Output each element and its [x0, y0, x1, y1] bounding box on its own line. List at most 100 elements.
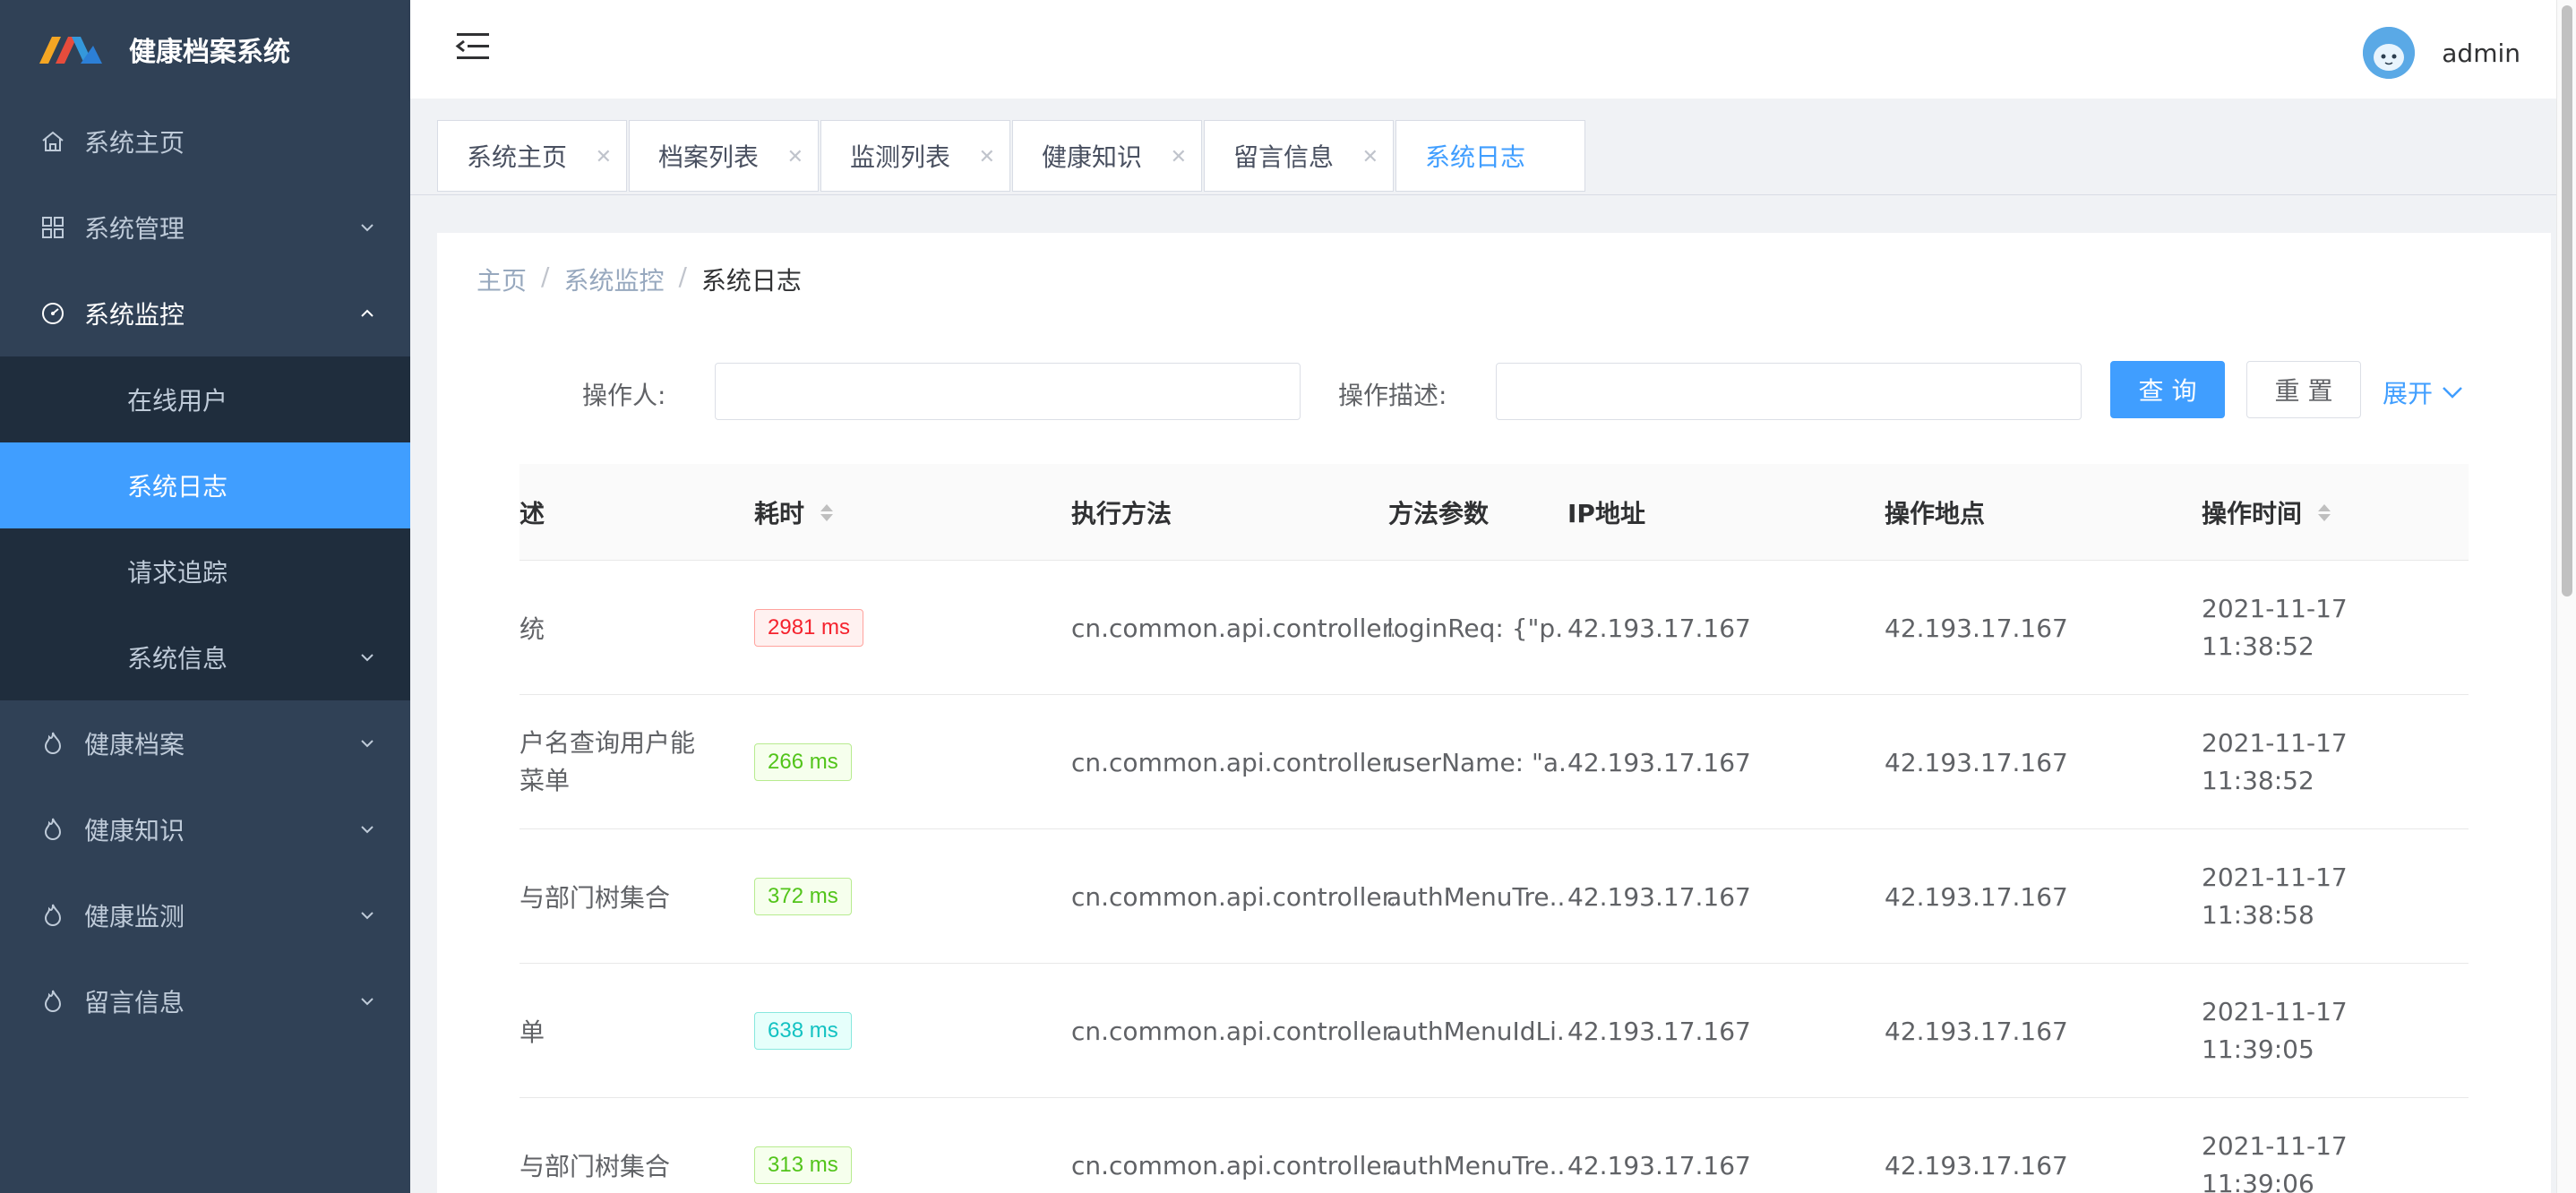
scrollbar-thumb[interactable] — [2562, 5, 2572, 596]
cell-params: authMenuIdLi... — [1387, 1016, 1566, 1046]
sidebar-item-system-monitor[interactable]: 系统监控 — [0, 270, 410, 356]
table-row[interactable]: 户名查询用户能菜单 266 ms cn.common.api.controlle… — [519, 695, 2469, 829]
breadcrumb-monitor[interactable]: 系统监控 — [563, 262, 664, 297]
table-row[interactable]: 统 2981 ms cn.common.api.controller.Au lo… — [519, 561, 2469, 695]
reset-button[interactable]: 重 置 — [2246, 361, 2361, 418]
chevron-down-icon — [361, 224, 374, 232]
sidebar-item-label: 健康档案 — [84, 730, 185, 760]
grid-icon — [39, 214, 66, 241]
cell-duration: 2981 ms — [754, 561, 864, 695]
operator-label: 操作人: — [582, 381, 666, 410]
close-icon[interactable]: ✕ — [1362, 146, 1378, 168]
close-icon[interactable]: ✕ — [787, 146, 803, 168]
cell-method: cn.common.api.controller.Au — [1071, 1016, 1394, 1046]
cell-clock: 11:38:58 — [2202, 900, 2314, 930]
sidebar-item-label: 健康知识 — [84, 816, 185, 845]
cell-clock: 11:38:52 — [2202, 631, 2314, 661]
breadcrumb-separator: / — [678, 262, 687, 291]
sidebar-item-health-monitor[interactable]: 健康监测 — [0, 872, 410, 958]
avatar[interactable] — [2363, 27, 2416, 79]
tab-health-knowledge[interactable]: 健康知识 ✕ — [1012, 120, 1202, 192]
column-header-duration[interactable]: 耗时 — [754, 464, 834, 561]
close-icon[interactable]: ✕ — [596, 146, 612, 168]
cell-ip: 42.193.17.167 — [1567, 881, 1751, 912]
table-row[interactable]: 与部门树集合 372 ms cn.common.api.controller.A… — [519, 829, 2469, 964]
sidebar-item-system-info[interactable]: 系统信息 — [0, 614, 410, 700]
tab-monitor-list[interactable]: 监测列表 ✕ — [820, 120, 1010, 192]
sidebar-item-online-users[interactable]: 在线用户 — [0, 356, 410, 442]
sidebar-item-system-log[interactable]: 系统日志 — [0, 442, 410, 528]
cell-date: 2021-11-17 — [2202, 594, 2348, 623]
cell-clock: 11:38:52 — [2202, 766, 2314, 795]
duration-badge: 2981 ms — [754, 609, 864, 647]
sidebar-item-label: 请求追踪 — [127, 558, 228, 588]
logo[interactable]: 健康档案系统 — [0, 0, 410, 99]
tags-view: 系统主页 ✕ 档案列表 ✕ 监测列表 ✕ 健康知识 ✕ 留言信息 ✕ 系统日志 — [410, 99, 2576, 195]
sidebar-item-label: 系统监控 — [84, 300, 185, 330]
tab-system-log[interactable]: 系统日志 — [1395, 120, 1585, 192]
cell-location: 42.193.17.167 — [1885, 1150, 2068, 1180]
cell-date: 2021-11-17 — [2202, 997, 2348, 1026]
sidebar-item-health-records[interactable]: 健康档案 — [0, 700, 410, 786]
column-header-params: 方法参数 — [1388, 499, 1490, 528]
tab-record-list[interactable]: 档案列表 ✕ — [629, 120, 819, 192]
table-header: 述 耗时 执行方法 方法参数 IP地址 操作地点 操作时间 — [519, 464, 2469, 561]
sidebar-item-system-management[interactable]: 系统管理 — [0, 185, 410, 270]
cell-clock: 11:39:06 — [2202, 1169, 2314, 1193]
sidebar-item-label: 系统日志 — [127, 472, 228, 502]
table-row[interactable]: 与部门树集合 313 ms cn.common.api.controller.A… — [519, 1098, 2469, 1193]
flame-icon — [39, 816, 66, 843]
cell-clock: 11:39:05 — [2202, 1034, 2314, 1064]
chevron-down-icon — [361, 740, 374, 748]
cell-duration: 638 ms — [754, 964, 852, 1098]
tab-label: 留言信息 — [1233, 142, 1335, 172]
cell-location: 42.193.17.167 — [1885, 613, 2068, 643]
tab-messages[interactable]: 留言信息 ✕ — [1204, 120, 1394, 192]
cell-ip: 42.193.17.167 — [1567, 747, 1751, 777]
tab-label: 系统主页 — [467, 142, 568, 172]
description-input[interactable] — [1496, 363, 2082, 420]
cell-params: userName: "a... — [1387, 747, 1566, 777]
close-icon[interactable]: ✕ — [979, 146, 995, 168]
cell-description: 与部门树集合 — [519, 883, 671, 913]
operator-input[interactable] — [715, 363, 1301, 420]
query-button[interactable]: 查 询 — [2110, 361, 2225, 418]
content-card: 主页 / 系统监控 / 系统日志 操作人: 操作描述: 查 询 重 置 展开 述… — [437, 233, 2551, 1193]
home-icon — [39, 128, 66, 155]
page-scrollbar[interactable] — [2556, 0, 2576, 1193]
sidebar-item-home[interactable]: 系统主页 — [0, 99, 410, 185]
log-table: 述 耗时 执行方法 方法参数 IP地址 操作地点 操作时间 统 2981 ms … — [519, 464, 2469, 1193]
column-header-time[interactable]: 操作时间 — [2202, 464, 2331, 561]
duration-badge: 313 ms — [754, 1146, 852, 1184]
expand-toggle[interactable]: 展开 — [2383, 374, 2465, 410]
duration-badge: 372 ms — [754, 878, 852, 915]
cell-duration: 372 ms — [754, 829, 852, 964]
sidebar-item-label: 系统主页 — [84, 128, 185, 158]
cell-location: 42.193.17.167 — [1885, 881, 2068, 912]
cell-params: authMenuTre... — [1387, 1150, 1566, 1180]
user-menu[interactable]: admin — [2363, 27, 2520, 79]
chevron-down-icon — [361, 826, 374, 834]
tab-home[interactable]: 系统主页 ✕ — [437, 120, 627, 192]
sidebar-item-request-trace[interactable]: 请求追踪 — [0, 528, 410, 614]
close-icon[interactable]: ✕ — [1171, 146, 1187, 168]
sidebar-item-health-knowledge[interactable]: 健康知识 — [0, 786, 410, 872]
breadcrumb-home[interactable]: 主页 — [477, 262, 527, 297]
cell-params: loginReq: {"p... — [1387, 613, 1566, 643]
cell-ip: 42.193.17.167 — [1567, 1150, 1751, 1180]
cell-method: cn.common.api.controller.Au — [1071, 1150, 1394, 1180]
cell-description: 户名查询用户能菜单 — [519, 728, 696, 795]
chevron-down-icon — [361, 654, 374, 662]
sidebar-item-messages[interactable]: 留言信息 — [0, 958, 410, 1044]
cell-date: 2021-11-17 — [2202, 863, 2348, 892]
navbar: admin — [410, 0, 2576, 99]
column-header-location: 操作地点 — [1885, 499, 1986, 528]
sort-icon[interactable] — [2318, 503, 2331, 521]
sort-icon[interactable] — [820, 503, 834, 521]
menu-fold-icon[interactable] — [455, 30, 491, 63]
table-row[interactable]: 单 638 ms cn.common.api.controller.Au aut… — [519, 964, 2469, 1098]
column-header-method: 执行方法 — [1071, 499, 1172, 528]
username[interactable]: admin — [2442, 39, 2520, 68]
chevron-down-icon — [361, 912, 374, 920]
cell-time: 2021-11-17 11:38:52 — [2202, 561, 2348, 695]
